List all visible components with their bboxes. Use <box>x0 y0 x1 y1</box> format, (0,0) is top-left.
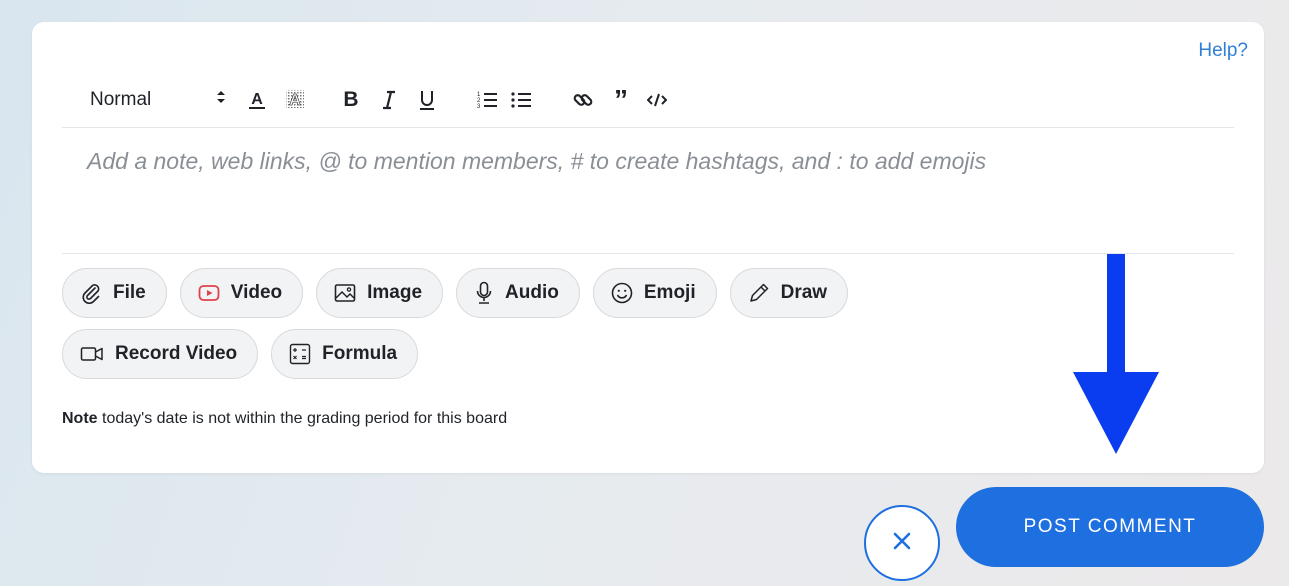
record-video-label: Record Video <box>115 343 238 364</box>
cancel-button[interactable] <box>864 505 940 581</box>
pencil-icon <box>748 282 770 304</box>
draw-attach-button[interactable]: Draw <box>729 268 849 318</box>
audio-attach-button[interactable]: Audio <box>456 268 580 318</box>
text-format-select[interactable]: Normal <box>90 89 233 111</box>
draw-attach-label: Draw <box>780 282 828 303</box>
video-attach-button[interactable]: Video <box>179 268 304 318</box>
post-comment-button[interactable]: POST COMMENT <box>956 487 1264 567</box>
code-icon[interactable] <box>646 93 668 107</box>
select-arrows-icon <box>216 89 226 111</box>
svg-text:A: A <box>251 91 263 108</box>
bullet-list-icon[interactable] <box>510 90 532 110</box>
paperclip-icon <box>80 282 102 304</box>
image-attach-label: Image <box>367 282 423 303</box>
formula-label: Formula <box>322 343 398 364</box>
microphone-icon <box>474 281 494 305</box>
help-link[interactable]: Help? <box>1198 40 1248 62</box>
grading-note: Note today's date is not within the grad… <box>62 410 507 428</box>
youtube-play-icon <box>198 284 220 302</box>
file-attach-label: File <box>113 282 146 303</box>
svg-text:A: A <box>289 92 301 109</box>
attachment-row-2: Record Video Formula <box>62 329 419 379</box>
video-camera-icon <box>80 345 104 363</box>
text-color-icon[interactable]: A <box>246 89 268 111</box>
comment-input[interactable]: Add a note, web links, @ to mention memb… <box>87 148 1227 175</box>
italic-icon[interactable] <box>380 90 398 110</box>
close-icon <box>892 531 912 556</box>
image-attach-button[interactable]: Image <box>316 268 444 318</box>
attachments-divider <box>62 253 1234 254</box>
note-label: Note <box>62 410 98 427</box>
file-attach-button[interactable]: File <box>62 268 167 318</box>
formatting-toolbar: Normal A A B 123 ” <box>90 80 850 120</box>
quote-icon[interactable]: ” <box>610 86 632 114</box>
text-format-value: Normal <box>90 89 152 110</box>
image-icon <box>334 283 356 303</box>
calculator-icon <box>289 343 311 365</box>
highlight-color-icon[interactable]: A <box>284 89 306 111</box>
link-icon[interactable] <box>572 90 594 110</box>
formula-button[interactable]: Formula <box>271 329 419 379</box>
svg-text:3: 3 <box>477 104 481 110</box>
smiley-icon <box>611 282 633 304</box>
audio-attach-label: Audio <box>505 282 559 303</box>
bold-icon[interactable]: B <box>342 88 360 112</box>
ordered-list-icon[interactable]: 123 <box>476 90 498 110</box>
record-video-button[interactable]: Record Video <box>62 329 259 379</box>
arrow-down-icon <box>1073 254 1159 454</box>
toolbar-divider <box>62 127 1234 128</box>
note-text: today's date is not within the grading p… <box>97 410 508 427</box>
attachment-row-1: File Video Image Audio Emoji Draw <box>62 268 849 318</box>
emoji-attach-label: Emoji <box>643 282 696 303</box>
underline-icon[interactable] <box>418 89 436 111</box>
emoji-attach-button[interactable]: Emoji <box>592 268 717 318</box>
video-attach-label: Video <box>230 282 283 303</box>
